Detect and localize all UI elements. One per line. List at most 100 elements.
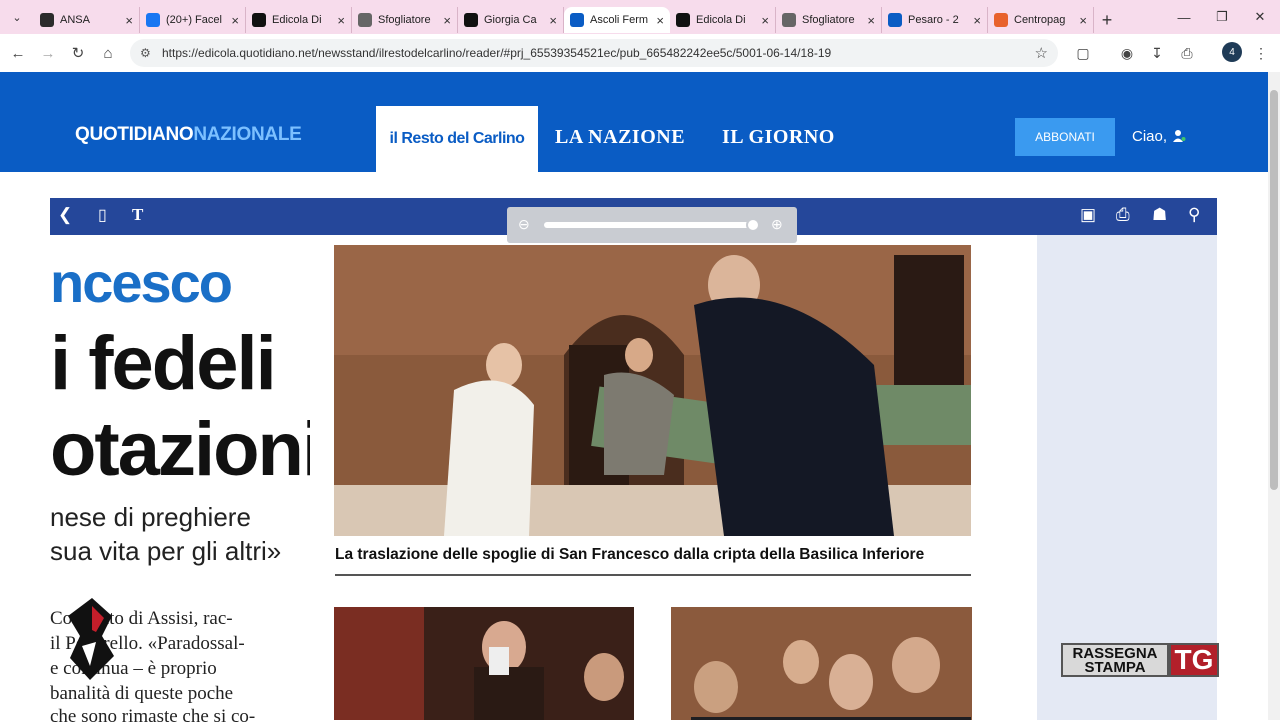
close-tab-icon[interactable]: × xyxy=(337,13,345,28)
back-page-icon[interactable]: ❮ xyxy=(58,205,72,225)
zoom-slider[interactable] xyxy=(544,222,756,228)
tab-title: Pesaro - 2 xyxy=(908,14,959,26)
tab-resto-del-carlino[interactable]: il Resto del Carlino xyxy=(376,106,538,172)
archive-icon[interactable]: ▣ xyxy=(1080,205,1096,225)
page-view-icon[interactable]: ▯ xyxy=(98,205,107,225)
zoom-out-icon[interactable]: ⊖ xyxy=(518,216,530,233)
menu-icon[interactable]: ⋮ xyxy=(1246,38,1276,68)
photo-bottom-right[interactable] xyxy=(671,607,972,720)
globe-icon xyxy=(358,13,372,27)
tab-strip: ⌄ ANSA × (20+) Facel × Edicola Di × Sfogliator… xyxy=(0,0,1280,34)
site-info-icon[interactable]: ⚙ xyxy=(140,46,160,60)
zoom-in-icon[interactable]: ⊕ xyxy=(771,216,783,233)
close-tab-icon[interactable]: × xyxy=(973,13,981,28)
home-icon[interactable]: ⌂ xyxy=(93,38,123,68)
close-window-icon[interactable]: ✕ xyxy=(1240,0,1280,34)
close-tab-icon[interactable]: × xyxy=(231,13,239,28)
zoom-slider-handle[interactable] xyxy=(746,218,760,232)
reload-icon[interactable]: ↻ xyxy=(63,38,93,68)
print-icon[interactable]: ⎙ xyxy=(1172,38,1202,68)
caption-divider xyxy=(335,574,971,576)
bookmark-star-icon[interactable]: ☆ xyxy=(1035,44,1048,62)
tab-title: Sfogliatore xyxy=(802,14,855,26)
address-bar[interactable]: ⚙ https://edicola.quotidiano.net/newssta… xyxy=(130,39,1058,67)
browser-tab[interactable]: Ascoli Ferm × xyxy=(564,7,670,33)
globe-icon xyxy=(782,13,796,27)
photo-bottom-left[interactable] xyxy=(334,607,634,720)
browser-tab[interactable]: Edicola Di × xyxy=(246,7,352,33)
headline-line-1: ncesco xyxy=(50,251,233,314)
back-icon[interactable]: ← xyxy=(3,38,33,68)
brand-part-b: NAZIONALE xyxy=(193,124,302,145)
tab-title: Centropag xyxy=(1014,14,1066,26)
download-icon[interactable]: ↧ xyxy=(1142,38,1172,68)
incognito-icon[interactable]: ◉ xyxy=(1112,38,1142,68)
subheadline-line-1: nese di preghiere xyxy=(50,502,251,532)
profile-avatar[interactable]: 4 xyxy=(1222,42,1242,62)
resto-del-carlino-label: il Resto del Carlino xyxy=(389,130,525,147)
close-tab-icon[interactable]: × xyxy=(761,13,769,28)
extensions-icon[interactable]: ▢ xyxy=(1068,38,1098,68)
restore-icon[interactable]: ❐ xyxy=(1202,0,1242,34)
minimize-icon[interactable]: — xyxy=(1164,0,1204,34)
site-header: QUOTIDIANONAZIONALE il Resto del Carlino… xyxy=(0,72,1268,172)
tab-title: (20+) Facel xyxy=(166,14,222,26)
tg-badge: TG xyxy=(1169,643,1219,677)
toolbar: ← → ↻ ⌂ ⚙ https://edicola.quotidiano.net… xyxy=(0,34,1280,72)
browser-tab[interactable]: Centropag × xyxy=(988,7,1094,33)
facebook-icon xyxy=(146,13,160,27)
tab-title: Giorgia Ca xyxy=(484,14,537,26)
rassegna-stampa-badge: RASSEGNA STAMPA xyxy=(1061,643,1169,677)
url-text: https://edicola.quotidiano.net/newsstand… xyxy=(162,46,832,60)
tab-la-nazione[interactable]: LA NAZIONE xyxy=(555,126,685,149)
close-tab-icon[interactable]: × xyxy=(125,13,133,28)
browser-tab[interactable]: Sfogliatore × xyxy=(352,7,458,33)
greeting-text[interactable]: Ciao, xyxy=(1132,128,1167,145)
rassegna-line-2: STAMPA xyxy=(1084,659,1146,676)
quotidiano-nazionale-logo[interactable]: QUOTIDIANONAZIONALE xyxy=(75,124,302,146)
tab-title: Sfogliatore xyxy=(378,14,431,26)
body-line-5: che sono rimaste che si co- xyxy=(50,706,256,727)
tab-il-giorno[interactable]: IL GIORNO xyxy=(722,126,835,149)
qn-icon xyxy=(570,13,584,27)
browser-tab[interactable]: ANSA × xyxy=(34,7,140,33)
edicola-icon xyxy=(676,13,690,27)
browser-tab[interactable]: (20+) Facel × xyxy=(140,7,246,33)
browser-tab[interactable]: Edicola Di × xyxy=(670,7,776,33)
tab-title: ANSA xyxy=(60,14,90,26)
close-tab-icon[interactable]: × xyxy=(549,13,557,28)
close-tab-icon[interactable]: × xyxy=(1079,13,1087,28)
ansa-icon xyxy=(40,13,54,27)
tab-title: Ascoli Ferm xyxy=(590,14,649,26)
new-tab-button[interactable]: + xyxy=(1094,7,1120,33)
search-icon[interactable]: ⚲ xyxy=(1188,205,1200,225)
subscribe-button[interactable]: ABBONATI xyxy=(1015,118,1115,156)
body-line-4: banalità di queste poche xyxy=(50,683,234,704)
headline-line-3: otazioni xyxy=(50,407,310,492)
browser-tab[interactable]: Pesaro - 2 × xyxy=(882,7,988,33)
forward-icon[interactable]: → xyxy=(33,38,63,68)
channel-logo xyxy=(68,598,114,680)
text-mode-icon[interactable]: T xyxy=(132,205,143,225)
centropagina-icon xyxy=(994,13,1008,27)
close-tab-icon[interactable]: × xyxy=(867,13,875,28)
photo-caption: La traslazione delle spoglie di San Fran… xyxy=(335,546,925,563)
browser-tab[interactable]: Giorgia Ca × xyxy=(458,7,564,33)
close-tab-icon[interactable]: × xyxy=(443,13,451,28)
tab-title: Edicola Di xyxy=(272,14,322,26)
tab-title: Edicola Di xyxy=(696,14,746,26)
headline-line-2: i fedeli xyxy=(50,321,277,406)
browser-tab[interactable]: Sfogliatore × xyxy=(776,7,882,33)
medium-icon xyxy=(464,13,478,27)
main-photo[interactable] xyxy=(334,245,971,536)
close-tab-icon[interactable]: × xyxy=(656,13,664,28)
subheadline-line-2: sua vita per gli altri» xyxy=(50,536,282,566)
qn-icon xyxy=(888,13,902,27)
brand-part-a: QUOTIDIANO xyxy=(75,124,194,145)
print-page-icon[interactable]: ⎙ xyxy=(1116,205,1130,225)
user-icon[interactable] xyxy=(1172,129,1186,143)
bookmark-icon[interactable]: ☗ xyxy=(1152,205,1167,225)
scrollbar-thumb[interactable] xyxy=(1270,90,1278,490)
tab-search-icon[interactable]: ⌄ xyxy=(0,0,34,34)
edicola-icon xyxy=(252,13,266,27)
